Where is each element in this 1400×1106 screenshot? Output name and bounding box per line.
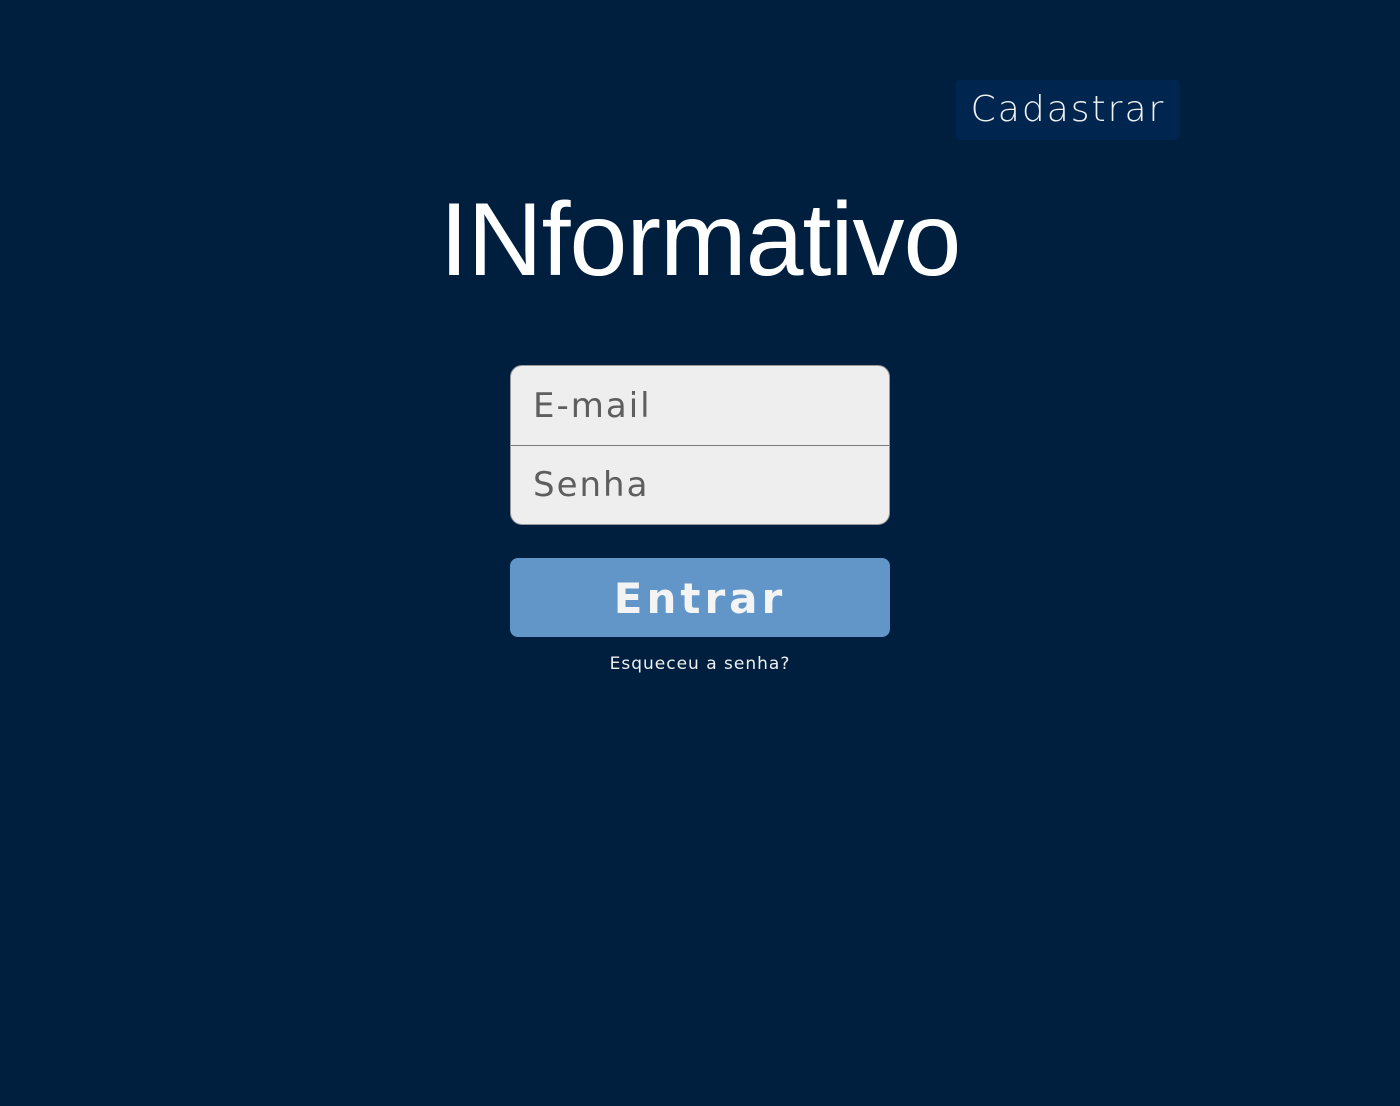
password-field[interactable] xyxy=(511,445,889,524)
login-button[interactable]: Entrar xyxy=(510,558,890,637)
page-title: INformativo xyxy=(439,182,962,298)
login-fields xyxy=(510,365,890,525)
email-field[interactable] xyxy=(511,366,889,445)
forgot-password-link[interactable]: Esqueceu a senha? xyxy=(510,652,890,676)
register-button[interactable]: Cadastrar xyxy=(956,80,1180,140)
login-form: Entrar Esqueceu a senha? xyxy=(510,365,890,674)
